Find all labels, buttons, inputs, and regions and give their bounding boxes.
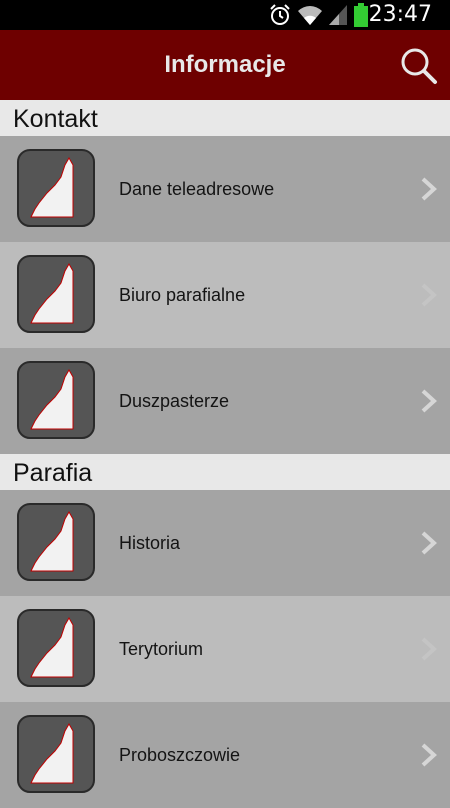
action-bar: Informacje [0, 30, 450, 100]
search-icon [401, 48, 437, 84]
list-item-label: Historia [119, 533, 181, 553]
page-title: Informacje [164, 51, 286, 78]
list-item-dane-teleadresowe[interactable]: Dane teleadresowe [0, 136, 450, 242]
wifi-icon [298, 6, 322, 25]
list-item-label: Duszpasterze [119, 391, 230, 411]
list-item-label: Dane teleadresowe [119, 179, 275, 199]
list-item-biuro-parafialne[interactable]: Biuro parafialne [0, 242, 450, 348]
section-header-kontakt: Kontakt [0, 100, 450, 136]
status-time: 23:47 [368, 2, 432, 27]
church-tower-icon [17, 361, 95, 439]
list-item-duszpasterze[interactable]: Duszpasterze [0, 348, 450, 454]
list-item-proboszczowie[interactable]: Proboszczowie [0, 702, 450, 808]
chevron-right-icon [421, 389, 437, 413]
status-bar: 23:47 [0, 0, 450, 30]
section-header-parafia: Parafia [0, 454, 450, 490]
alarm-icon [270, 4, 290, 25]
chevron-right-icon [421, 637, 437, 661]
list-item-terytorium[interactable]: Terytorium [0, 596, 450, 702]
chevron-right-icon [421, 283, 437, 307]
list-item-historia[interactable]: Historia [0, 490, 450, 596]
church-tower-icon [17, 503, 95, 581]
list-item-label: Terytorium [119, 639, 204, 659]
list-item-label: Biuro parafialne [119, 285, 246, 305]
battery-icon [354, 3, 368, 27]
church-tower-icon [17, 149, 95, 227]
list-item-label: Proboszczowie [119, 745, 241, 765]
chevron-right-icon [421, 743, 437, 767]
church-tower-icon [17, 609, 95, 687]
church-tower-icon [17, 255, 95, 333]
search-button[interactable] [398, 45, 438, 85]
signal-icon [329, 5, 347, 25]
church-tower-icon [17, 715, 95, 793]
chevron-right-icon [421, 531, 437, 555]
chevron-right-icon [421, 177, 437, 201]
